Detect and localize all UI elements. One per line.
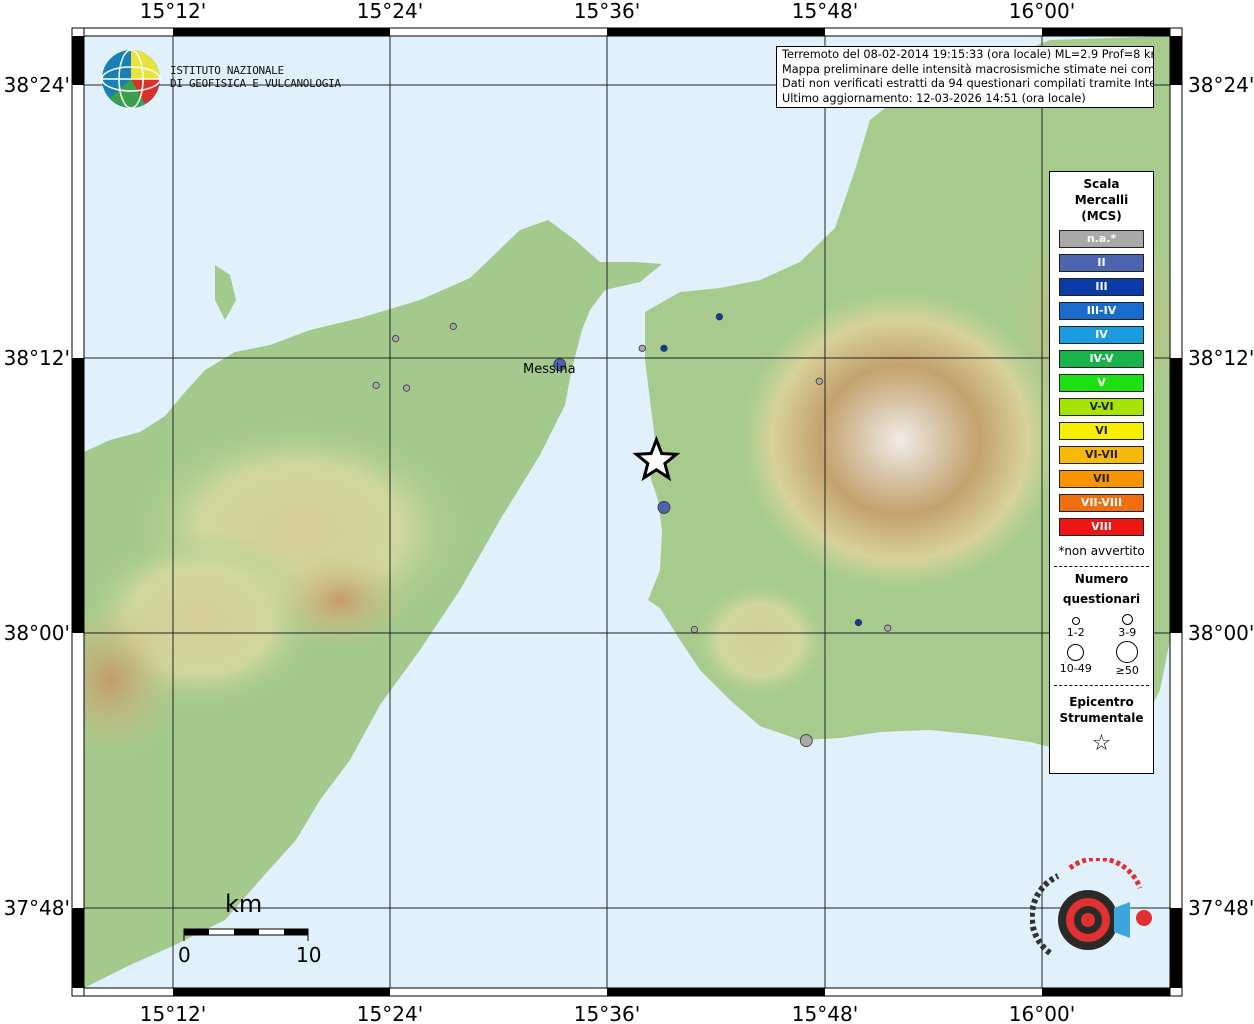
legend-class-swatch: VIII (1059, 518, 1144, 536)
legend-size-label: 1-2 (1066, 626, 1085, 639)
size-circle-icon (1067, 644, 1085, 661)
legend-count-title: Numero questionari (1050, 569, 1153, 609)
lat-label-3800-left: 38°00' (4, 621, 70, 645)
lon-labels-bottom: 15°12' 15°24' 15°36' 15°48' 16°00' (140, 1002, 1075, 1024)
lon-label-1600-top: 16°00' (1009, 0, 1075, 23)
lon-label-1548-bottom: 15°48' (792, 1002, 858, 1024)
lon-label-1524-top: 15°24' (357, 0, 423, 23)
seismograph-target-icon (1028, 855, 1152, 956)
legend-class-swatch: III-IV (1059, 302, 1144, 320)
legend-sizes: 1-2 3-9 10-49 ≥50 (1050, 611, 1153, 677)
scale-end-label: 10 (296, 943, 322, 967)
observation-point (402, 384, 411, 392)
legend-title: Scala Mercalli (MCS) (1050, 176, 1153, 224)
lon-label-1548-top: 15°48' (792, 0, 858, 23)
lat-label-3824-left: 38°24' (4, 73, 70, 97)
legend-class-swatch: VII-VIII (1059, 494, 1144, 512)
legend-separator (1054, 685, 1149, 686)
legend-class-swatch: II (1059, 254, 1144, 272)
legend-size-label: ≥50 (1115, 664, 1139, 677)
legend-size-50: ≥50 (1102, 641, 1154, 677)
event-info-line4: Ultimo aggiornamento: 12-03-2026 14:51 (… (782, 91, 1086, 105)
lat-label-3824-right: 38°24' (1188, 73, 1254, 97)
observation-point (799, 734, 813, 747)
legend-class-swatch: n.a.* (1059, 230, 1144, 248)
legend-class-swatch: III (1059, 278, 1144, 296)
legend-epicenter-title-line1: Epicentro (1069, 695, 1134, 709)
event-info-line3: Dati non verificati estratti da 94 quest… (782, 77, 1154, 91)
star-icon: ☆ (1091, 731, 1112, 756)
size-circle-icon (1116, 641, 1139, 663)
observation-point (657, 501, 671, 514)
observation-point (372, 381, 380, 389)
lat-labels-right: 38°24' 38°12' 38°00' 37°48' (1188, 73, 1254, 920)
city-label-messina: Messina (523, 362, 576, 377)
legend-epicenter-title: Epicentro Strumentale (1050, 694, 1153, 726)
legend-separator (1054, 566, 1149, 567)
lon-label-1536-top: 15°36' (574, 0, 640, 23)
legend-count-title-line2: questionari (1062, 592, 1141, 606)
legend-class-swatch: VI-VII (1059, 446, 1144, 464)
legend: Scala Mercalli (MCS) n.a.* II III III-IV IV I… (1049, 171, 1154, 774)
legend-size-3-9: 3-9 (1102, 611, 1154, 639)
event-info-line1: Terremoto del 08-02-2014 19:15:33 (ora l… (782, 48, 1154, 61)
lat-label-3748-right: 37°48' (1188, 896, 1254, 920)
observation-point (638, 344, 646, 352)
observation-point (660, 344, 668, 352)
observation-point (449, 322, 457, 330)
ingv-name-line2: DI GEOFISICA E VULCANOLOGIA (170, 77, 341, 90)
lat-label-3748-left: 37°48' (4, 896, 70, 920)
legend-count-title-line1: Numero (1074, 572, 1129, 586)
lon-labels-top: 15°12' 15°24' 15°36' 15°48' 16°00' (140, 0, 1075, 23)
observation-point (884, 624, 892, 632)
scale-start-label: 0 (178, 943, 191, 967)
legend-class-swatch: VII (1059, 470, 1144, 488)
ingv-name: ISTITUTO NAZIONALE DI GEOFISICA E VULCAN… (170, 64, 341, 90)
legend-title-line2: Mercalli (1074, 193, 1129, 207)
observation-point (815, 377, 823, 385)
ingv-name-line1: ISTITUTO NAZIONALE (170, 64, 284, 77)
legend-class-swatch: V-VI (1059, 398, 1144, 416)
legend-title-line1: Scala (1083, 177, 1120, 191)
lat-label-3812-right: 38°12' (1188, 346, 1254, 370)
legend-class-swatch: IV-V (1059, 350, 1144, 368)
lon-label-1512-top: 15°12' (140, 0, 206, 23)
size-circle-icon (1071, 617, 1080, 625)
legend-classes: n.a.* II III III-IV IV IV-V V V-VI VI VI-VII VII VI… (1050, 230, 1153, 536)
lat-labels-left: 38°24' 38°12' 38°00' 37°48' (4, 73, 70, 920)
legend-size-1-2: 1-2 (1050, 611, 1102, 639)
event-info-box: Terremoto del 08-02-2014 19:15:33 (ora l… (776, 46, 1154, 108)
ingv-globe-icon (101, 49, 161, 109)
legend-size-label: 3-9 (1118, 626, 1137, 639)
lon-label-1600-bottom: 16°00' (1009, 1002, 1075, 1024)
observation-point (854, 619, 863, 627)
calabria-hills-south (690, 580, 830, 700)
observation-point (392, 335, 400, 343)
haisentitoilterremoto-logo (1028, 855, 1160, 978)
legend-class-swatch: IV (1059, 326, 1144, 344)
legend-title-line3: (MCS) (1081, 209, 1122, 223)
legend-epicenter-title-line2: Strumentale (1059, 711, 1144, 725)
legend-class-swatch: VI (1059, 422, 1144, 440)
observation-point (715, 313, 723, 321)
sicily-relief-center (270, 550, 410, 650)
legend-note: *non avvertito (1058, 544, 1145, 558)
observation-point (690, 625, 699, 634)
legend-size-10-49: 10-49 (1050, 641, 1102, 677)
event-info-line2: Mappa preliminare delle intensità macros… (782, 62, 1154, 76)
lon-label-1536-bottom: 15°36' (574, 1002, 640, 1024)
lat-label-3800-right: 38°00' (1188, 621, 1254, 645)
legend-class-swatch: V (1059, 374, 1144, 392)
lon-label-1512-bottom: 15°12' (140, 1002, 206, 1024)
legend-size-label: 10-49 (1059, 662, 1092, 675)
scale-unit: km (225, 890, 263, 918)
size-circle-icon (1121, 614, 1133, 625)
lon-label-1524-bottom: 15°24' (357, 1002, 423, 1024)
lat-label-3812-left: 38°12' (4, 346, 70, 370)
